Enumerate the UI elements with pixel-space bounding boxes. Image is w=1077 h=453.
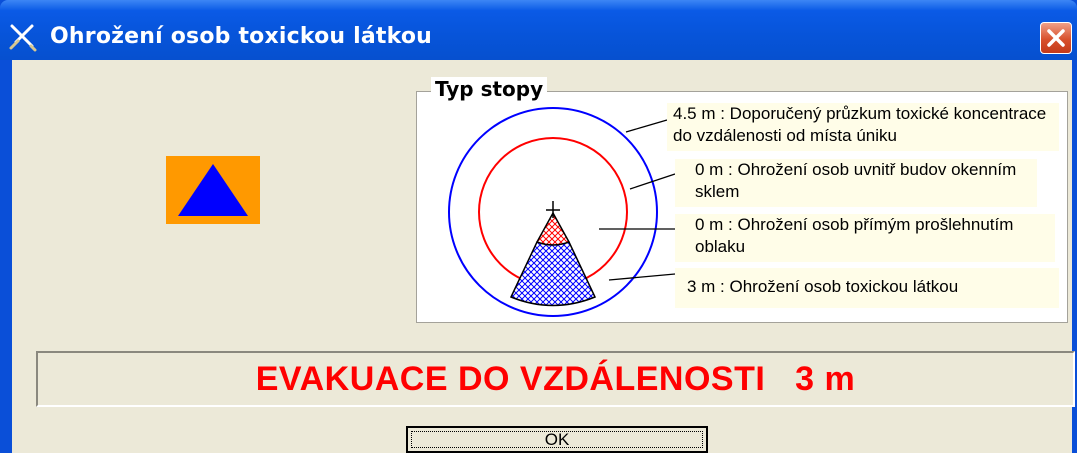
trace-type-groupbox: Typ stopy 4.5 m: Doporučený průzkum tox… (416, 77, 1068, 323)
note-toxic-exposure: 3 m : Ohrožení osob toxickou látkou (675, 268, 1059, 308)
hazard-icon (166, 156, 260, 224)
focus-rect (411, 431, 703, 448)
dialog-window: Ohrožení osob toxickou látkou Typ stopy (0, 0, 1077, 453)
warning-triangle-icon (178, 164, 248, 216)
evacuation-distance-text: EVAKUACE DO VZDÁLENOSTI 3 m (255, 359, 856, 398)
close-icon (1047, 29, 1065, 47)
close-button[interactable] (1040, 22, 1072, 54)
crossed-swords-icon (9, 24, 37, 52)
dialog-client-area: Typ stopy 4.5 m: Doporučený průzkum tox… (12, 60, 1075, 453)
note-flash-fire: 0 m : Ohrožení osob přímým prošlehnutím … (675, 214, 1055, 262)
ok-button[interactable]: OK (406, 426, 708, 453)
leader-line-2 (629, 173, 676, 190)
note-reconnaissance: 4.5 m : Doporučený průzkum toxické konce… (667, 103, 1059, 151)
window-title: Ohrožení osob toxickou látkou (50, 24, 433, 49)
evacuation-panel: EVAKUACE DO VZDÁLENOSTI 3 m (36, 351, 1075, 407)
leader-line-1 (625, 119, 668, 133)
toxic-zone-wedge (509, 241, 597, 307)
note-building-glass: 0 m : Ohrožení osob uvnitř budov okenním… (675, 159, 1037, 207)
leader-line-4 (608, 273, 676, 281)
title-bar[interactable]: Ohrožení osob toxickou látkou (0, 0, 1077, 60)
